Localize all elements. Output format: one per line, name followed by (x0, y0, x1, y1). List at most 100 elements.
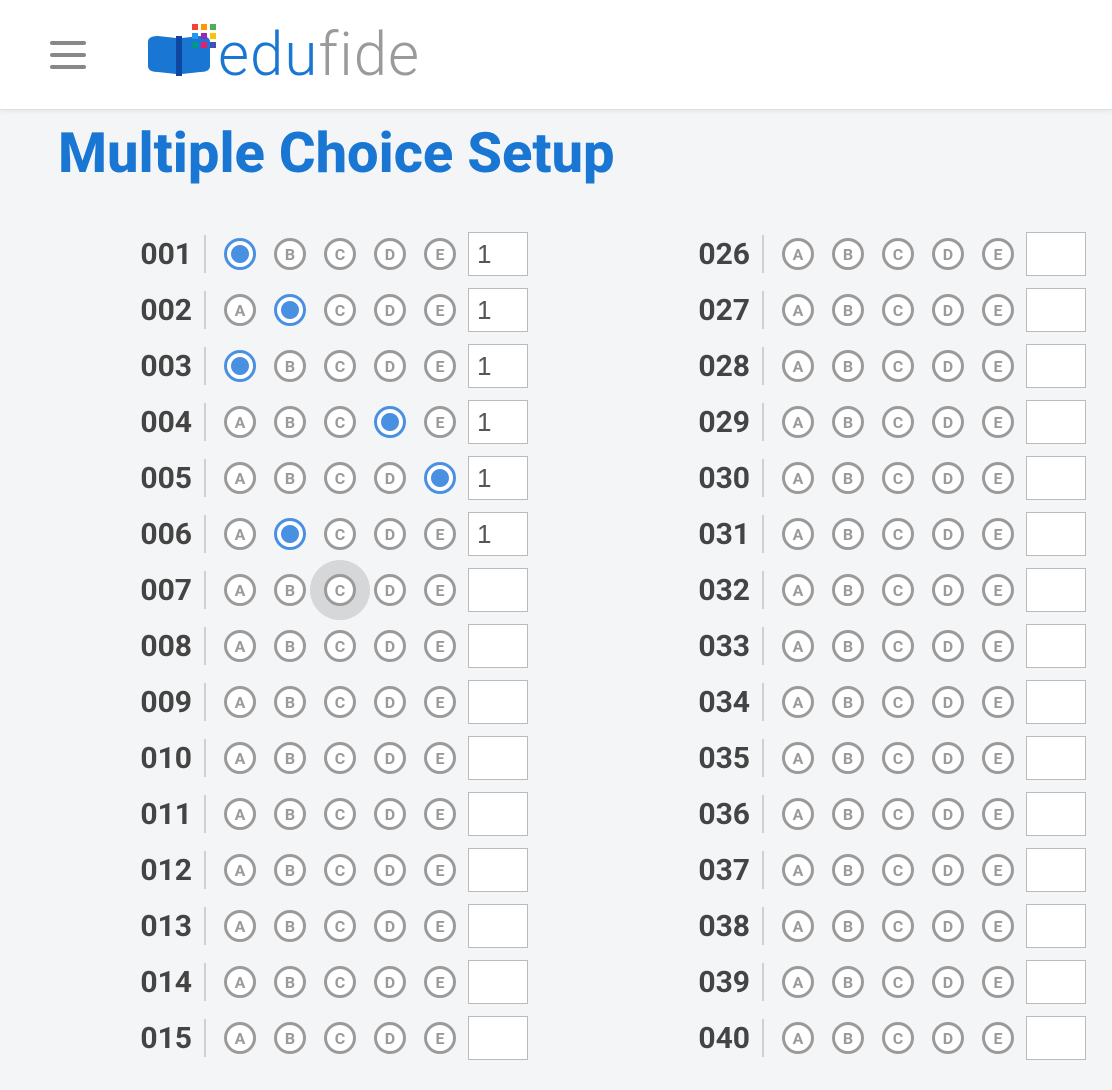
points-input[interactable] (1026, 400, 1086, 444)
option-bubble-c[interactable]: C (882, 462, 914, 494)
option-bubble-a[interactable]: A (224, 350, 256, 382)
brand-logo[interactable]: edufide (146, 19, 420, 90)
option-bubble-b[interactable]: B (274, 406, 306, 438)
points-input[interactable] (468, 568, 528, 612)
option-bubble-a[interactable]: A (224, 518, 256, 550)
option-bubble-a[interactable]: A (782, 854, 814, 886)
option-bubble-a[interactable]: A (224, 462, 256, 494)
option-bubble-e[interactable]: E (424, 686, 456, 718)
option-bubble-e[interactable]: E (424, 406, 456, 438)
option-bubble-e[interactable]: E (424, 798, 456, 830)
option-bubble-a[interactable]: A (782, 518, 814, 550)
option-bubble-a[interactable]: A (782, 630, 814, 662)
option-bubble-d[interactable]: D (932, 742, 964, 774)
option-bubble-e[interactable]: E (982, 294, 1014, 326)
option-bubble-c[interactable]: C (324, 238, 356, 270)
points-input[interactable] (1026, 1016, 1086, 1060)
option-bubble-d[interactable]: D (374, 350, 406, 382)
option-bubble-e[interactable]: E (424, 742, 456, 774)
points-input[interactable] (1026, 288, 1086, 332)
option-bubble-e[interactable]: E (424, 1022, 456, 1054)
points-input[interactable] (468, 904, 528, 948)
option-bubble-c[interactable]: C (324, 1022, 356, 1054)
option-bubble-a[interactable]: A (782, 238, 814, 270)
option-bubble-c[interactable]: C (324, 574, 356, 606)
option-bubble-c[interactable]: C (324, 742, 356, 774)
option-bubble-e[interactable]: E (424, 518, 456, 550)
option-bubble-d[interactable]: D (932, 238, 964, 270)
option-bubble-a[interactable]: A (782, 1022, 814, 1054)
option-bubble-a[interactable]: A (782, 966, 814, 998)
option-bubble-d[interactable]: D (374, 630, 406, 662)
option-bubble-b[interactable]: B (832, 462, 864, 494)
option-bubble-e[interactable]: E (424, 294, 456, 326)
points-input[interactable] (468, 344, 528, 388)
points-input[interactable] (468, 792, 528, 836)
option-bubble-c[interactable]: C (882, 406, 914, 438)
option-bubble-d[interactable]: D (374, 518, 406, 550)
option-bubble-b[interactable]: B (832, 798, 864, 830)
option-bubble-b[interactable]: B (274, 910, 306, 942)
option-bubble-e[interactable]: E (982, 854, 1014, 886)
option-bubble-e[interactable]: E (424, 574, 456, 606)
points-input[interactable] (468, 848, 528, 892)
option-bubble-c[interactable]: C (324, 462, 356, 494)
points-input[interactable] (468, 624, 528, 668)
option-bubble-a[interactable]: A (782, 294, 814, 326)
points-input[interactable] (468, 400, 528, 444)
option-bubble-b[interactable]: B (274, 350, 306, 382)
option-bubble-b[interactable]: B (832, 406, 864, 438)
option-bubble-b[interactable]: B (274, 798, 306, 830)
option-bubble-d[interactable]: D (374, 910, 406, 942)
points-input[interactable] (1026, 848, 1086, 892)
option-bubble-b[interactable]: B (832, 910, 864, 942)
option-bubble-c[interactable]: C (882, 518, 914, 550)
points-input[interactable] (468, 1016, 528, 1060)
option-bubble-d[interactable]: D (932, 574, 964, 606)
option-bubble-c[interactable]: C (324, 406, 356, 438)
option-bubble-e[interactable]: E (982, 910, 1014, 942)
option-bubble-d[interactable]: D (374, 462, 406, 494)
option-bubble-c[interactable]: C (324, 630, 356, 662)
option-bubble-b[interactable]: B (832, 630, 864, 662)
option-bubble-b[interactable]: B (274, 686, 306, 718)
option-bubble-b[interactable]: B (274, 1022, 306, 1054)
option-bubble-b[interactable]: B (832, 574, 864, 606)
option-bubble-a[interactable]: A (782, 686, 814, 718)
option-bubble-c[interactable]: C (324, 910, 356, 942)
option-bubble-e[interactable]: E (982, 966, 1014, 998)
option-bubble-a[interactable]: A (224, 406, 256, 438)
option-bubble-c[interactable]: C (324, 854, 356, 886)
option-bubble-c[interactable]: C (882, 238, 914, 270)
option-bubble-c[interactable]: C (882, 966, 914, 998)
option-bubble-c[interactable]: C (324, 350, 356, 382)
option-bubble-d[interactable]: D (374, 742, 406, 774)
points-input[interactable] (468, 232, 528, 276)
option-bubble-a[interactable]: A (782, 798, 814, 830)
option-bubble-d[interactable]: D (932, 910, 964, 942)
points-input[interactable] (468, 456, 528, 500)
option-bubble-a[interactable]: A (224, 686, 256, 718)
option-bubble-c[interactable]: C (882, 910, 914, 942)
points-input[interactable] (1026, 736, 1086, 780)
option-bubble-a[interactable]: A (782, 406, 814, 438)
option-bubble-a[interactable]: A (782, 742, 814, 774)
option-bubble-c[interactable]: C (882, 350, 914, 382)
option-bubble-b[interactable]: B (274, 742, 306, 774)
menu-icon[interactable] (50, 41, 86, 69)
option-bubble-a[interactable]: A (224, 294, 256, 326)
option-bubble-d[interactable]: D (932, 686, 964, 718)
points-input[interactable] (468, 960, 528, 1004)
option-bubble-e[interactable]: E (982, 406, 1014, 438)
option-bubble-a[interactable]: A (224, 742, 256, 774)
option-bubble-e[interactable]: E (982, 742, 1014, 774)
option-bubble-b[interactable]: B (832, 742, 864, 774)
option-bubble-c[interactable]: C (882, 574, 914, 606)
option-bubble-a[interactable]: A (782, 574, 814, 606)
option-bubble-e[interactable]: E (982, 574, 1014, 606)
option-bubble-e[interactable]: E (424, 462, 456, 494)
option-bubble-e[interactable]: E (982, 630, 1014, 662)
option-bubble-b[interactable]: B (274, 294, 306, 326)
option-bubble-d[interactable]: D (932, 1022, 964, 1054)
points-input[interactable] (1026, 960, 1086, 1004)
